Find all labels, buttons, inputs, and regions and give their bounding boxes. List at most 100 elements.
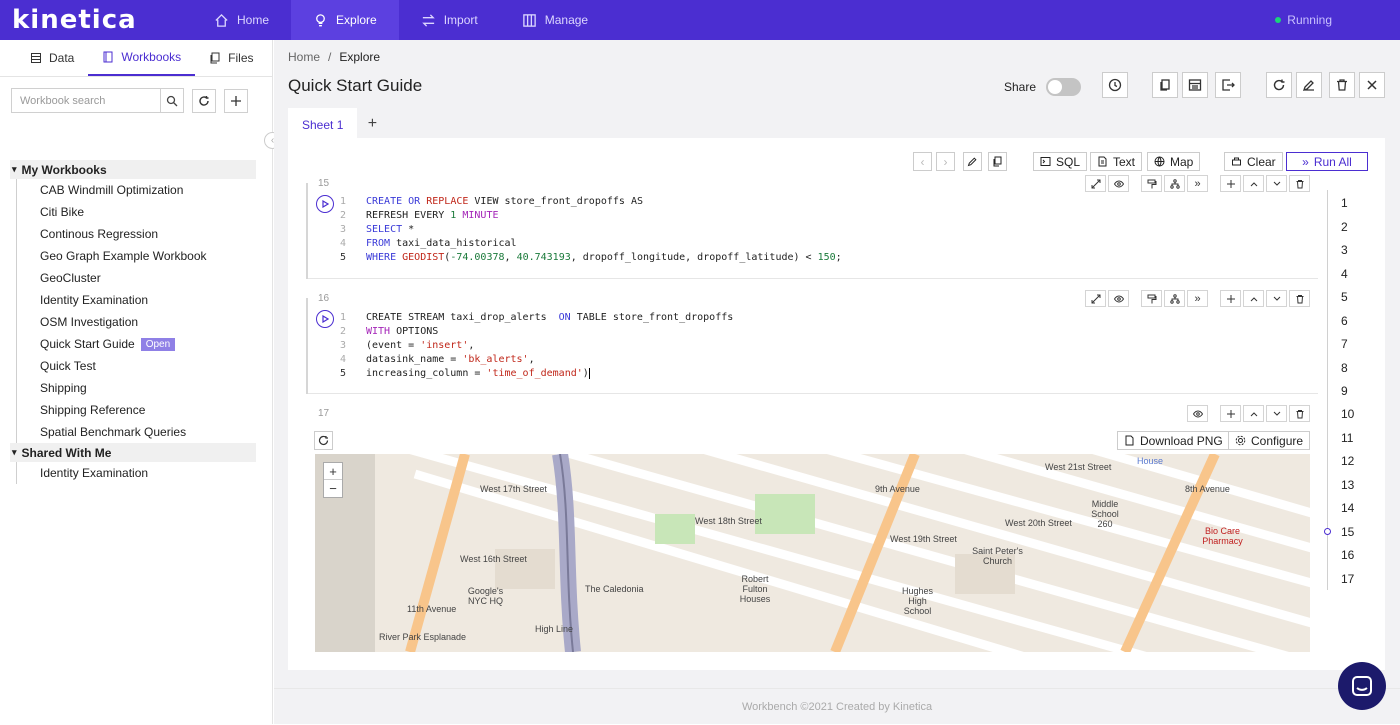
shared-with-me-heading[interactable]: ▾ Shared With Me xyxy=(10,443,256,462)
delete-block-button[interactable] xyxy=(1289,290,1310,307)
delete-block-button[interactable] xyxy=(1289,175,1310,192)
copy-sheet-button[interactable] xyxy=(988,152,1007,171)
expand-button[interactable] xyxy=(1085,290,1106,307)
run-block-button[interactable] xyxy=(316,195,334,213)
rail-item[interactable]: 5 xyxy=(1341,290,1348,304)
my-workbooks-heading[interactable]: ▾ My Workbooks xyxy=(10,160,256,179)
visibility-button[interactable] xyxy=(1108,175,1129,192)
delete-block-button[interactable] xyxy=(1289,405,1310,422)
add-sql-button[interactable]: SQL xyxy=(1033,152,1088,171)
refresh-map-button[interactable] xyxy=(314,431,333,450)
layout-button[interactable] xyxy=(1182,72,1208,98)
workbook-item[interactable]: CAB Windmill Optimization xyxy=(17,179,256,201)
explain-button[interactable] xyxy=(1164,175,1185,192)
rail-item[interactable]: 8 xyxy=(1341,361,1348,375)
workbook-item-active[interactable]: Quick Start Guide Open xyxy=(17,333,256,355)
move-down-button[interactable] xyxy=(1266,290,1287,307)
rail-item[interactable]: 12 xyxy=(1341,454,1354,468)
download-png-button[interactable]: Download PNG xyxy=(1117,431,1230,450)
rail-item[interactable]: 7 xyxy=(1341,337,1348,351)
format-button[interactable] xyxy=(1141,175,1162,192)
format-button[interactable] xyxy=(1141,290,1162,307)
run-all-button[interactable]: » Run All xyxy=(1286,152,1368,171)
tab-data[interactable]: Data xyxy=(16,40,88,76)
workbook-item[interactable]: Continous Regression xyxy=(17,223,256,245)
kinetica-logo[interactable]: kinetica xyxy=(12,5,192,35)
rail-item[interactable]: 13 xyxy=(1341,478,1354,492)
workbook-item[interactable]: Shipping Reference xyxy=(17,399,256,421)
sql-block[interactable]: 16 » 1 CREATE STREAM taxi_drop_alerts ON … xyxy=(306,290,1318,394)
workbook-item[interactable]: Spatial Benchmark Queries xyxy=(17,421,256,443)
run-block-button[interactable] xyxy=(316,310,334,328)
zoom-out-button[interactable]: − xyxy=(324,480,342,497)
add-workbook-button[interactable] xyxy=(224,88,248,113)
rail-item[interactable]: 3 xyxy=(1341,243,1348,257)
workbook-item[interactable]: OSM Investigation xyxy=(17,311,256,333)
configure-button[interactable]: Configure xyxy=(1228,431,1311,450)
workbook-search-input[interactable] xyxy=(12,89,160,112)
move-down-button[interactable] xyxy=(1266,405,1287,422)
search-icon[interactable] xyxy=(160,89,183,112)
nav-home[interactable]: Home xyxy=(192,0,291,40)
export-button[interactable] xyxy=(1215,72,1241,98)
expand-button[interactable] xyxy=(1085,175,1106,192)
map-view[interactable]: + − West 17th Street West 18th Street We… xyxy=(315,454,1310,652)
nav-manage[interactable]: Manage xyxy=(500,0,610,40)
workbook-item[interactable]: Citi Bike xyxy=(17,201,256,223)
rail-item[interactable]: 16 xyxy=(1341,548,1354,562)
zoom-in-button[interactable]: + xyxy=(324,463,342,480)
workbook-item[interactable]: GeoCluster xyxy=(17,267,256,289)
rail-item[interactable]: 6 xyxy=(1341,314,1348,328)
workbook-item[interactable]: Geo Graph Example Workbook xyxy=(17,245,256,267)
move-down-button[interactable] xyxy=(1266,175,1287,192)
rail-item[interactable]: 2 xyxy=(1341,220,1348,234)
rail-item[interactable]: 14 xyxy=(1341,501,1354,515)
rail-item[interactable]: 4 xyxy=(1341,267,1348,281)
add-text-button[interactable]: Text xyxy=(1090,152,1143,171)
workbook-item[interactable]: Shipping xyxy=(17,377,256,399)
breadcrumb-home[interactable]: Home xyxy=(288,50,320,64)
close-button[interactable] xyxy=(1359,72,1385,98)
edit-button[interactable] xyxy=(1296,72,1322,98)
clear-button[interactable]: Clear xyxy=(1224,152,1283,171)
tab-sheet-1[interactable]: Sheet 1 xyxy=(288,108,358,140)
workbook-item[interactable]: Quick Test xyxy=(17,355,256,377)
workbook-item[interactable]: Identity Examination xyxy=(17,462,256,484)
next-button[interactable]: › xyxy=(936,152,955,171)
chat-launcher-button[interactable] xyxy=(1338,662,1386,710)
move-up-button[interactable] xyxy=(1243,175,1264,192)
copy-button[interactable] xyxy=(1152,72,1178,98)
prev-button[interactable]: ‹ xyxy=(913,152,932,171)
edit-sheet-button[interactable] xyxy=(963,152,982,171)
tab-workbooks[interactable]: Workbooks xyxy=(88,40,196,76)
delete-button[interactable] xyxy=(1329,72,1355,98)
add-sheet-button[interactable]: + xyxy=(357,108,388,140)
sql-editor[interactable]: 1 CREATE OR REPLACE VIEW store_front_drop… xyxy=(340,195,842,265)
reload-button[interactable] xyxy=(1266,72,1292,98)
run-below-button[interactable]: » xyxy=(1187,175,1208,192)
history-button[interactable] xyxy=(1102,72,1128,98)
move-up-button[interactable] xyxy=(1243,290,1264,307)
share-toggle[interactable] xyxy=(1046,78,1082,96)
refresh-button[interactable] xyxy=(192,88,216,113)
visibility-button[interactable] xyxy=(1187,405,1208,422)
workbook-item[interactable]: Identity Examination xyxy=(17,289,256,311)
nav-explore[interactable]: Explore xyxy=(291,0,399,40)
rail-item[interactable]: 10 xyxy=(1341,407,1354,421)
nav-import[interactable]: Import xyxy=(399,0,500,40)
rail-item[interactable]: 9 xyxy=(1341,384,1348,398)
add-block-button[interactable] xyxy=(1220,175,1241,192)
add-block-button[interactable] xyxy=(1220,405,1241,422)
rail-item-active[interactable]: 15 xyxy=(1341,525,1354,539)
explain-button[interactable] xyxy=(1164,290,1185,307)
tab-files[interactable]: Files xyxy=(195,40,267,76)
rail-item[interactable]: 11 xyxy=(1341,431,1353,445)
sql-editor[interactable]: 1 CREATE STREAM taxi_drop_alerts ON TABLE… xyxy=(340,311,733,381)
rail-item[interactable]: 17 xyxy=(1341,572,1354,586)
visibility-button[interactable] xyxy=(1108,290,1129,307)
rail-item[interactable]: 1 xyxy=(1341,196,1348,210)
add-block-button[interactable] xyxy=(1220,290,1241,307)
sql-block[interactable]: 15 » 1 CREATE OR REPLACE VIEW store_front… xyxy=(306,175,1318,279)
move-up-button[interactable] xyxy=(1243,405,1264,422)
add-map-button[interactable]: Map xyxy=(1147,152,1201,171)
